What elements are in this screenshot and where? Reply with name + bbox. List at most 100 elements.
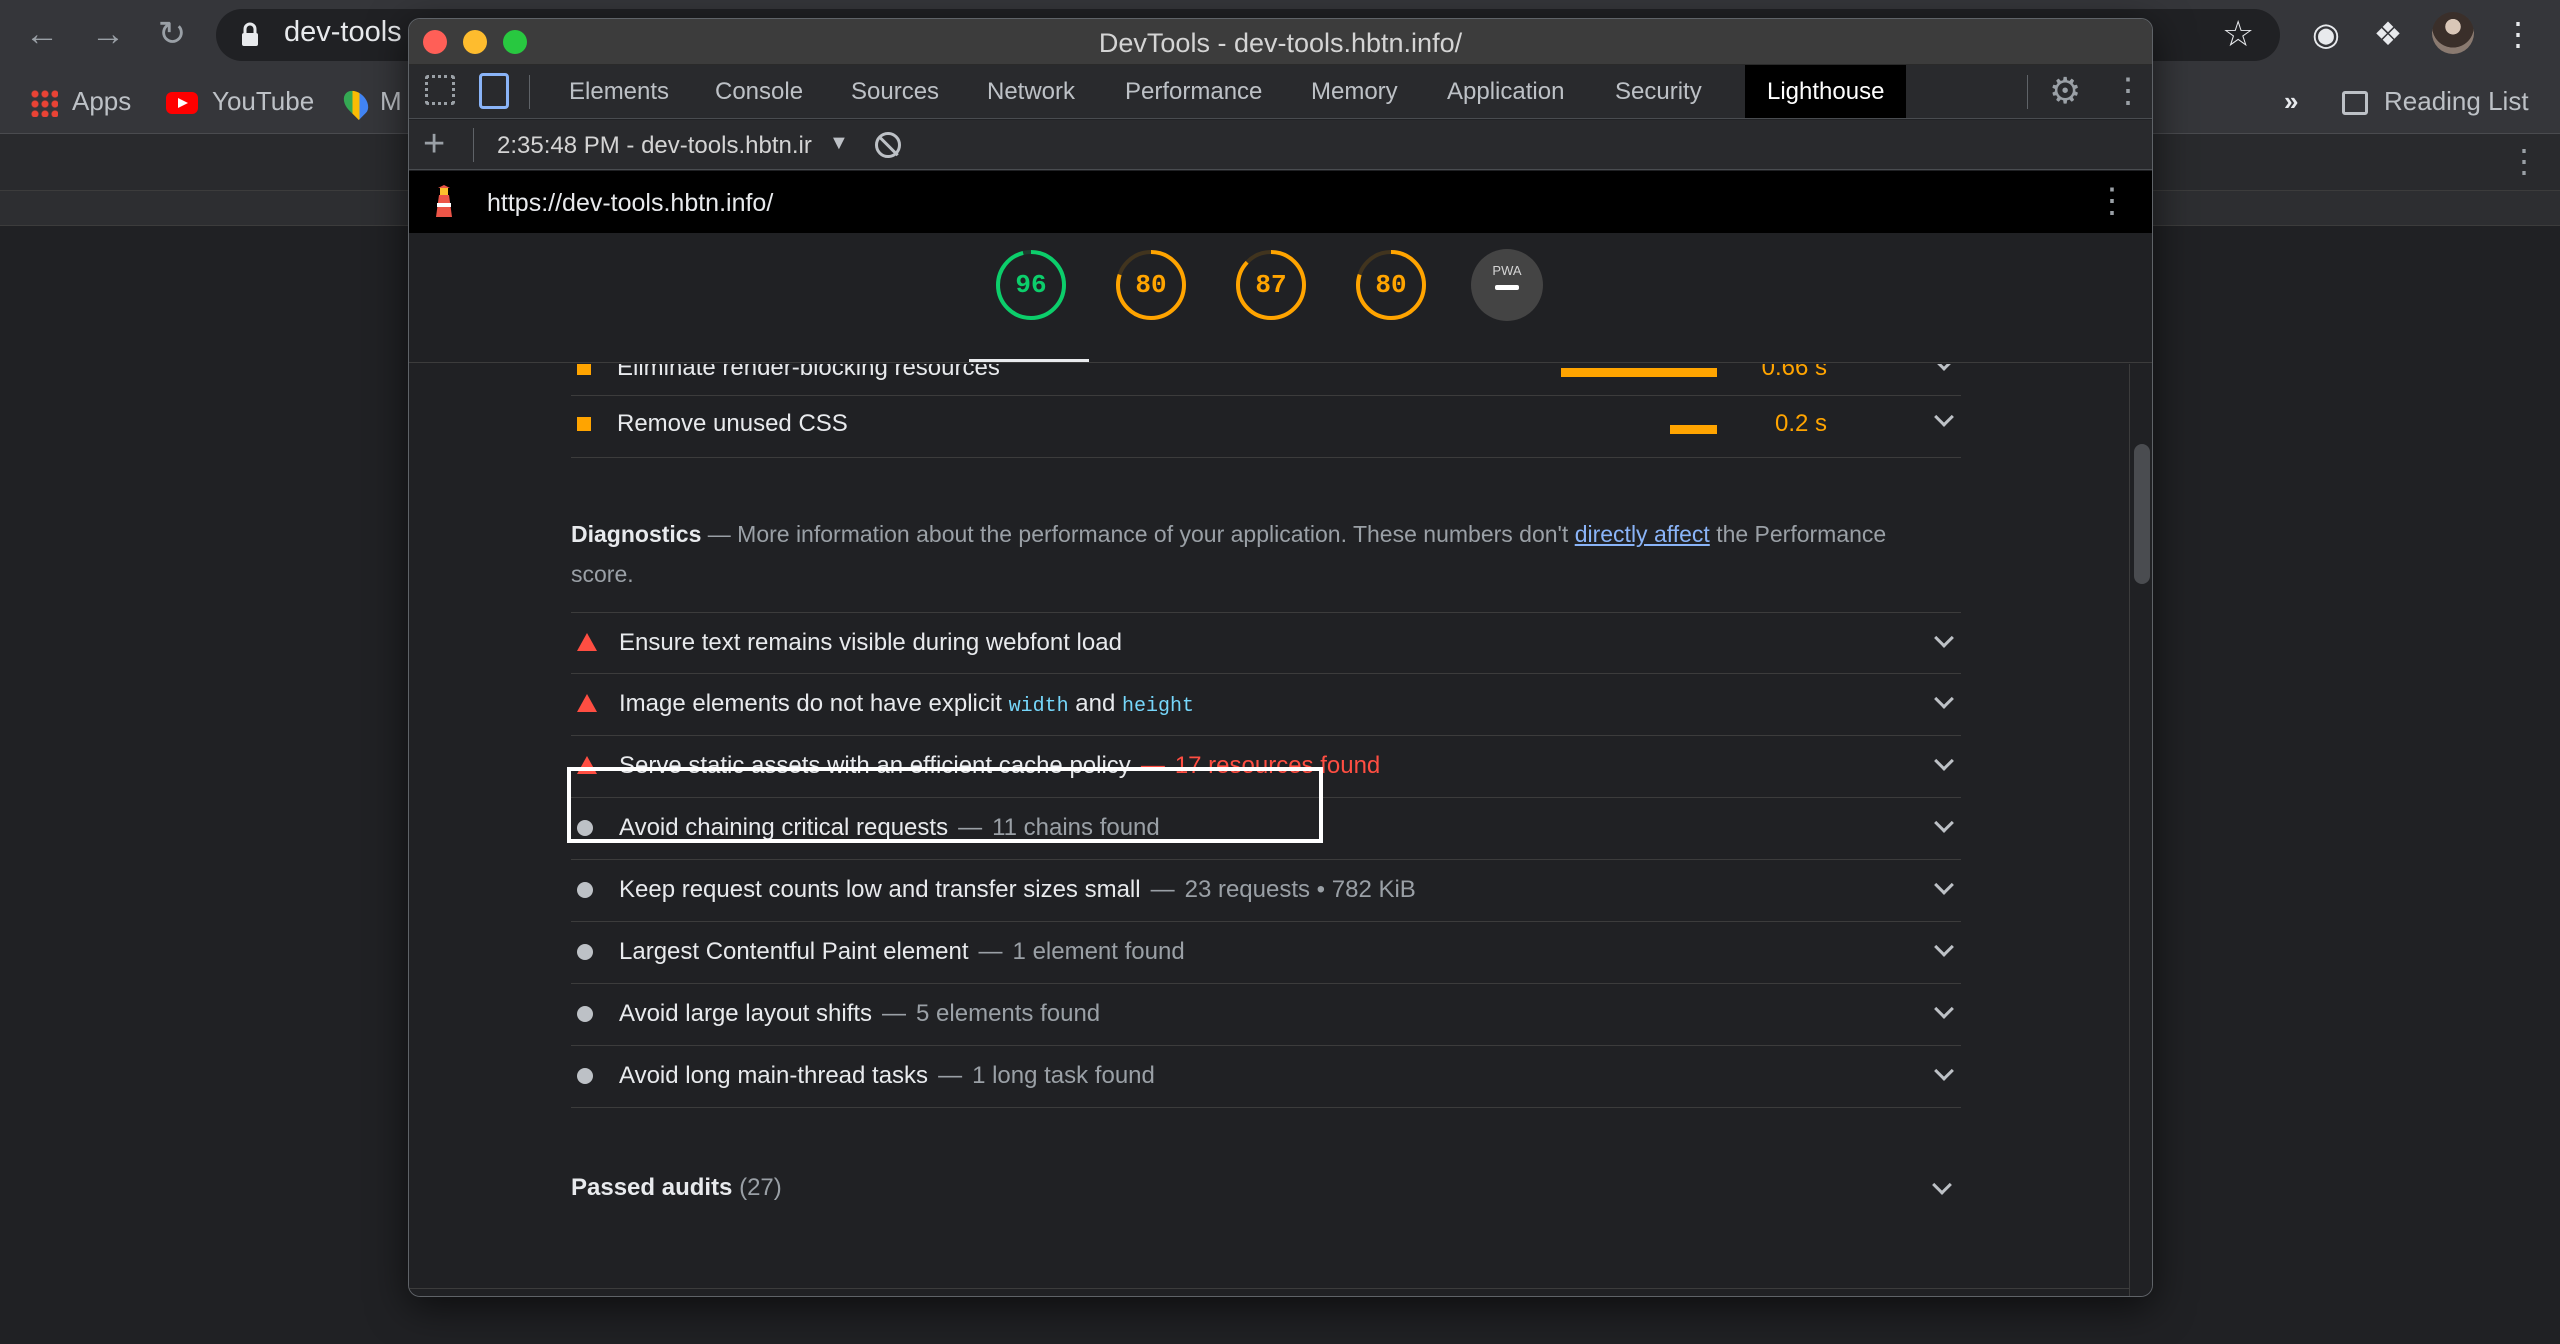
avatar[interactable] [2432, 12, 2474, 54]
back-icon[interactable]: ← [22, 14, 62, 54]
titlebar: DevTools - dev-tools.hbtn.info/ [409, 19, 2152, 65]
audit-title: Eliminate render-blocking resources [617, 364, 1000, 381]
page-more-icon[interactable]: ⋮ [2508, 142, 2540, 180]
gauge-score: 87 [1255, 270, 1287, 300]
devtools-tabbar: Elements Console Sources Network Perform… [409, 65, 2152, 119]
maps-pin-icon [339, 86, 373, 121]
chevron-down-icon[interactable] [1934, 689, 1954, 709]
audit-row[interactable]: Avoid long main-thread tasks —1 long task… [571, 1046, 1961, 1108]
chevron-down-icon[interactable] [1934, 1061, 1954, 1081]
audit-display-value: 23 requests • 782 KiB [1184, 876, 1416, 903]
code-width: width [1008, 695, 1069, 718]
diagnostics-separator: — [707, 521, 731, 547]
add-report-icon[interactable]: + [423, 124, 445, 164]
tab-security[interactable]: Security [1615, 65, 1702, 118]
inspect-element-icon[interactable] [425, 75, 455, 105]
audit-opportunity[interactable]: Remove unused CSS 0.2 s [571, 396, 1961, 458]
devtools-more-icon[interactable]: ⋮ [2111, 71, 2145, 111]
apps-grid-icon [30, 89, 58, 118]
diagnostics-description: More information about the performance o… [737, 521, 1569, 547]
info-circle-icon [577, 882, 593, 898]
report-scrollbar[interactable] [2129, 364, 2152, 1296]
opportunity-bar [1561, 368, 1717, 377]
audit-row[interactable]: Largest Contentful Paint element —1 eleme… [571, 922, 1961, 984]
audit-title: Remove unused CSS [617, 410, 848, 437]
diagnostics-header: Diagnostics — More information about the… [571, 514, 1951, 594]
device-toolbar-icon[interactable] [479, 73, 509, 109]
pwa-label: PWA [1492, 263, 1522, 278]
browser-menu-icon[interactable]: ⋮ [2498, 14, 2538, 54]
passed-audits-group[interactable]: Passed audits (27) [571, 1164, 1961, 1224]
tab-application[interactable]: Application [1447, 65, 1564, 118]
bookmark-youtube[interactable]: YouTube [166, 84, 314, 118]
audit-display-value: 1 element found [1012, 938, 1185, 965]
tab-lighthouse[interactable]: Lighthouse [1745, 65, 1907, 118]
chevron-down-icon[interactable] [1934, 628, 1954, 648]
reading-list-icon [2342, 91, 2368, 116]
audit-title: Keep request counts low and transfer siz… [619, 876, 1416, 903]
chevron-down-icon[interactable] [1934, 999, 1954, 1019]
audit-row[interactable]: Keep request counts low and transfer siz… [571, 860, 1961, 922]
gauge-accessibility[interactable]: 80 [1115, 249, 1187, 321]
audit-opportunity[interactable]: Eliminate render-blocking resources 0.66… [571, 364, 1961, 396]
chevron-down-icon[interactable] [1934, 407, 1954, 427]
active-gauge-indicator [969, 359, 1089, 362]
chevron-down-icon[interactable] [1934, 937, 1954, 957]
tab-elements[interactable]: Elements [569, 65, 669, 118]
fail-triangle-icon [577, 694, 597, 712]
audit-row[interactable]: Image elements do not have explicit widt… [571, 674, 1961, 736]
extension-icon[interactable]: ◉ [2306, 14, 2346, 54]
audit-row[interactable]: Avoid large layout shifts —5 elements fou… [571, 984, 1961, 1046]
lock-icon [242, 22, 258, 46]
settings-gear-icon[interactable]: ⚙ [2049, 73, 2081, 109]
bookmarks-overflow[interactable]: » [2284, 84, 2298, 118]
clear-report-icon[interactable] [875, 132, 901, 158]
chevron-down-icon[interactable] [1934, 751, 1954, 771]
chevron-down-icon[interactable] [1934, 813, 1954, 833]
tab-console[interactable]: Console [715, 65, 803, 118]
forward-icon[interactable]: → [88, 14, 128, 54]
dropdown-arrow-icon[interactable]: ▼ [829, 132, 849, 155]
chevron-down-icon[interactable] [1932, 1175, 1952, 1195]
info-circle-icon [577, 944, 593, 960]
youtube-icon [166, 92, 198, 115]
bookmark-star-icon[interactable]: ☆ [2222, 14, 2254, 54]
code-height: height [1121, 695, 1194, 718]
passed-audits-label: Passed audits (27) [571, 1174, 782, 1201]
diagnostics-title: Diagnostics [571, 521, 702, 547]
reading-list-button[interactable]: Reading List [2342, 84, 2529, 118]
extensions-puzzle-icon[interactable]: ❖ [2368, 14, 2408, 54]
directly-affect-link[interactable]: directly affect [1575, 521, 1710, 547]
chevron-down-icon[interactable] [1934, 364, 1954, 371]
audit-title: Avoid long main-thread tasks —1 long task… [619, 1062, 1155, 1089]
tab-memory[interactable]: Memory [1311, 65, 1398, 118]
report-more-icon[interactable]: ⋮ [2095, 181, 2129, 221]
gauge-pwa[interactable]: PWA [1471, 249, 1543, 321]
tab-sources[interactable]: Sources [851, 65, 939, 118]
fail-triangle-icon [577, 633, 597, 651]
gauge-seo[interactable]: 80 [1355, 249, 1427, 321]
report-select[interactable]: 2:35:48 PM - dev-tools.hbtn.ir [497, 132, 812, 160]
opportunity-value: 0.2 s [1774, 410, 1827, 437]
audit-title: Avoid large layout shifts —5 elements fou… [619, 1000, 1101, 1027]
info-circle-icon [577, 1068, 593, 1084]
chevron-down-icon[interactable] [1934, 875, 1954, 895]
bookmark-apps[interactable]: Apps [30, 84, 131, 118]
gauge-score: 96 [1015, 270, 1047, 300]
scroll-thumb[interactable] [2134, 444, 2150, 584]
tab-network[interactable]: Network [987, 65, 1075, 118]
report-url[interactable]: https://dev-tools.hbtn.info/ [487, 189, 773, 218]
report-body: Eliminate render-blocking resources 0.66… [409, 364, 2129, 1296]
tab-performance[interactable]: Performance [1125, 65, 1262, 118]
gauge-best-practices[interactable]: 87 [1235, 249, 1307, 321]
reload-icon[interactable]: ↻ [152, 14, 192, 54]
audit-title: Ensure text remains visible during webfo… [619, 629, 1122, 656]
bookmark-maps[interactable]: M [339, 84, 402, 121]
address-text[interactable]: dev-tools [284, 16, 402, 49]
pwa-dash-icon [1495, 285, 1519, 290]
audit-row[interactable]: Ensure text remains visible during webfo… [571, 612, 1961, 674]
info-circle-icon [577, 1006, 593, 1022]
gauge-performance[interactable]: 96 [995, 249, 1067, 321]
devtools-window: DevTools - dev-tools.hbtn.info/ Elements… [408, 18, 2153, 1297]
average-square-icon [577, 417, 591, 431]
